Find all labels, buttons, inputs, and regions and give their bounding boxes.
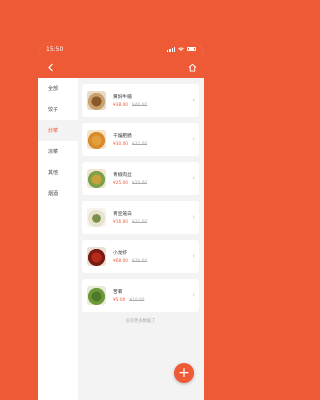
dish-original-price: ¥76.00: [132, 258, 148, 264]
dish-original-price: ¥20.00: [132, 180, 148, 186]
category-cold-dishes[interactable]: 凉菜: [38, 141, 78, 162]
dish-name: 青椒肉丝: [113, 172, 132, 178]
dish-name: 黄焖牛腩: [113, 94, 132, 100]
no-more-data-text: 没有更多数据了: [125, 319, 156, 324]
category-all[interactable]: 全部: [38, 78, 78, 99]
dish-name: 青豆笼白: [113, 211, 132, 217]
dish-card[interactable]: 青豆笼白 ¥16.00 ¥21.00 ›: [82, 201, 199, 234]
chevron-right-icon: ›: [192, 135, 195, 143]
category-dumplings[interactable]: 饺子: [38, 99, 78, 120]
dish-name: 苦菊: [113, 289, 123, 295]
dish-card[interactable]: 黄焖牛腩 ¥38.00 ¥46.00 ›: [82, 84, 199, 117]
dish-price: ¥16.00: [113, 219, 129, 225]
add-button[interactable]: +: [174, 363, 194, 383]
category-stir-fry[interactable]: 炒菜: [38, 120, 78, 141]
category-label: 烟酒: [48, 191, 59, 197]
dish-price: ¥68.00: [113, 258, 129, 264]
dish-list: 黄焖牛腩 ¥38.00 ¥46.00 › 干煸肥肠 ¥30.00 ¥35.00 › …: [82, 84, 199, 400]
category-tobacco-alcohol[interactable]: 烟酒: [38, 183, 78, 204]
dish-original-price: ¥35.00: [132, 141, 148, 147]
dish-name: 干煸肥肠: [113, 133, 132, 139]
dish-image: [87, 91, 106, 110]
dish-image: [87, 247, 106, 266]
dish-name: 小龙虾: [113, 250, 128, 256]
dish-original-price: ¥10.00: [129, 297, 145, 303]
wifi-icon: [178, 47, 184, 51]
dish-price: ¥38.00: [113, 102, 129, 108]
dish-price: ¥5.00: [113, 297, 126, 303]
chevron-right-icon: ›: [192, 291, 195, 299]
dish-card[interactable]: 干煸肥肠 ¥30.00 ¥35.00 ›: [82, 123, 199, 156]
dish-image: [87, 130, 106, 149]
phone-screen: 15:50 全部 饺子 炒菜 凉菜 其他 烟酒 黄焖牛腩 ¥38.00 ¥46.0…: [38, 42, 204, 400]
category-label: 炒菜: [48, 128, 59, 134]
dish-image: [87, 208, 106, 227]
chevron-right-icon: ›: [192, 96, 195, 104]
chevron-right-icon: ›: [192, 252, 195, 260]
status-bar: 15:50: [38, 42, 204, 56]
plus-icon: +: [178, 365, 190, 381]
dish-image: [87, 286, 106, 305]
category-label: 饺子: [48, 107, 59, 113]
chevron-right-icon: ›: [192, 213, 195, 221]
category-label: 其他: [48, 170, 59, 176]
battery-icon: [187, 46, 196, 52]
category-label: 全部: [48, 86, 59, 92]
category-sidebar: 全部 饺子 炒菜 凉菜 其他 烟酒: [38, 78, 78, 400]
dish-card[interactable]: 青椒肉丝 ¥25.00 ¥20.00 ›: [82, 162, 199, 195]
back-button[interactable]: [44, 61, 56, 73]
category-other[interactable]: 其他: [38, 162, 78, 183]
category-label: 凉菜: [48, 149, 59, 155]
home-icon: [188, 63, 196, 72]
chevron-right-icon: ›: [192, 174, 195, 182]
dish-original-price: ¥21.00: [132, 219, 148, 225]
dish-original-price: ¥46.00: [132, 102, 148, 108]
status-time: 15:50: [46, 45, 64, 53]
dish-card[interactable]: 苦菊 ¥5.00 ¥10.00 ›: [82, 279, 199, 312]
nav-bar: [38, 56, 204, 78]
home-button[interactable]: [186, 61, 198, 73]
dish-price: ¥25.00: [113, 180, 129, 186]
dish-image: [87, 169, 106, 188]
back-arrow-icon: [47, 63, 53, 71]
dish-price: ¥30.00: [113, 141, 129, 147]
dish-card[interactable]: 小龙虾 ¥68.00 ¥76.00 ›: [82, 240, 199, 273]
signal-icon: [167, 46, 175, 52]
